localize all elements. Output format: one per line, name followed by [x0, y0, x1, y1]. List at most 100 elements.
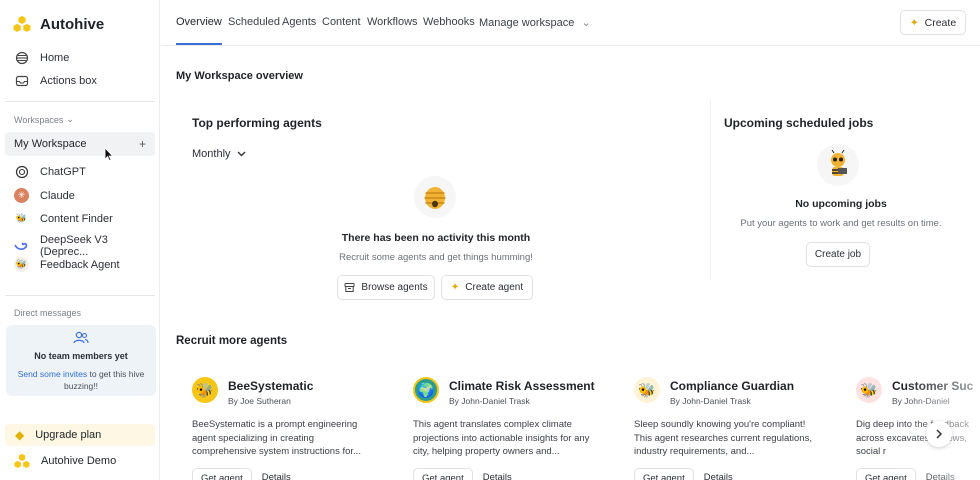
workspace-item-my-workspace[interactable]: My Workspace +: [5, 132, 155, 156]
browse-agents-button[interactable]: Browse agents: [337, 275, 435, 300]
agent-author: By John-Daniel Trask: [449, 396, 530, 406]
sparkle-icon: ✦: [450, 282, 460, 293]
dm-title: No team members yet: [34, 351, 128, 361]
sidebar: Autohive Home Actions box Workspaces ⌄ M…: [0, 0, 160, 480]
agent-label: DeepSeek V3 (Deprec...: [39, 234, 108, 258]
card-title: Top performing agents: [192, 116, 322, 130]
chevron-right-icon: [936, 429, 943, 439]
browse-label: Browse agents: [361, 282, 428, 293]
bee-mascot-icon: [817, 144, 859, 186]
agent-card[interactable]: 🌍 Climate Risk Assessment By John-Daniel…: [397, 362, 603, 480]
create-job-button[interactable]: Create job: [806, 242, 870, 267]
create-agent-label: Create agent: [465, 282, 524, 293]
agent-name: Compliance Guardian: [670, 379, 795, 393]
upgrade-label: Upgrade plan: [35, 429, 102, 441]
agent-name: Customer Suc: [892, 379, 974, 393]
team-icon: [73, 331, 89, 344]
agent-label: Content Finder: [40, 212, 113, 225]
page-title: My Workspace overview: [176, 70, 303, 82]
direct-messages-label: Direct messages: [14, 308, 82, 318]
empty-title: No upcoming jobs: [795, 198, 887, 210]
chevron-down-icon: ⌄: [66, 114, 74, 124]
card-title: Upcoming scheduled jobs: [724, 116, 874, 130]
tab-label: Manage workspace: [479, 17, 575, 29]
beehive-icon: [414, 176, 456, 218]
sidebar-agent-feedback[interactable]: 🐝 Feedback Agent: [14, 257, 120, 272]
mouse-cursor-icon: [104, 147, 114, 162]
agent-card[interactable]: 🐝 Compliance Guardian By John-Daniel Tra…: [618, 362, 824, 480]
sidebar-item-actions-box[interactable]: Actions box: [14, 70, 97, 92]
sparkle-icon: ✦: [909, 16, 919, 29]
top-performing-agents-card: Top performing agents Monthly There has …: [176, 100, 696, 316]
get-agent-button[interactable]: Get agent: [634, 468, 694, 480]
bee-icon: 🐝: [634, 377, 660, 403]
get-agent-button[interactable]: Get agent: [413, 468, 473, 480]
tab-agents[interactable]: Agents: [282, 16, 316, 46]
recruit-title: Recruit more agents: [176, 335, 288, 347]
sidebar-agent-content-finder[interactable]: 🐝 Content Finder: [14, 211, 113, 226]
inbox-icon: [14, 74, 29, 89]
agent-label: Claude: [40, 189, 75, 202]
create-agent-button[interactable]: ✦ Create agent: [441, 275, 533, 300]
carousel-next-button[interactable]: [926, 421, 952, 447]
sidebar-agent-claude[interactable]: ✳ Claude: [14, 188, 75, 203]
sidebar-item-label: Actions box: [40, 75, 97, 87]
bee-icon: 🐝: [192, 377, 218, 403]
bee-icon: 🐝: [856, 377, 882, 403]
empty-subtitle: Put your agents to work and get results …: [740, 218, 942, 229]
period-select[interactable]: Monthly: [192, 148, 246, 160]
sidebar-item-label: Home: [40, 52, 70, 64]
account-menu[interactable]: Autohive Demo: [14, 453, 116, 469]
create-button[interactable]: ✦ Create: [900, 10, 966, 35]
agent-name: Climate Risk Assessment: [449, 379, 595, 393]
upgrade-plan-button[interactable]: ◆ Upgrade plan: [5, 424, 155, 446]
add-icon[interactable]: +: [139, 137, 146, 151]
tab-overview[interactable]: Overview: [176, 16, 222, 46]
tab-workflows[interactable]: Workflows: [367, 16, 418, 46]
sidebar-agent-deepseek[interactable]: DeepSeek V3 (Deprec...: [14, 234, 159, 258]
send-invites-link[interactable]: Send some invites: [18, 369, 87, 379]
agent-author: By John-Daniel Trask: [670, 396, 751, 406]
sidebar-divider: [5, 101, 155, 102]
deepseek-icon: [14, 239, 29, 254]
bee-icon: 🐝: [14, 211, 29, 226]
details-link[interactable]: Details: [481, 468, 514, 480]
tab-content[interactable]: Content: [322, 16, 361, 46]
bee-icon: 🐝: [14, 257, 29, 272]
autohive-logo-icon: [13, 15, 31, 32]
sidebar-agent-chatgpt[interactable]: ChatGPT: [14, 164, 86, 179]
agent-description: Dig deep into the feedback across excava…: [856, 419, 970, 457]
agent-card[interactable]: 🐝 Customer Suc By John-Daniel Dig deep i…: [840, 362, 980, 480]
get-agent-button[interactable]: Get agent: [192, 468, 252, 480]
brand[interactable]: Autohive: [13, 15, 104, 33]
workspaces-label: Workspaces: [14, 114, 64, 125]
agent-card[interactable]: 🐝 BeeSystematic By Joe Sutheran BeeSyste…: [176, 362, 382, 480]
empty-subtitle: Recruit some agents and get things hummi…: [339, 252, 533, 263]
scheduled-jobs-card: Upcoming scheduled jobs No upcoming jobs…: [710, 100, 970, 280]
account-label: Autohive Demo: [41, 455, 117, 467]
tab-scheduled[interactable]: Scheduled: [228, 16, 280, 46]
agent-description: BeeSystematic is a prompt engineering ag…: [192, 419, 361, 457]
chevron-down-icon: [237, 151, 246, 157]
agent-description: Sleep soundly knowing you're compliant! …: [634, 419, 812, 457]
workspaces-toggle[interactable]: Workspaces ⌄: [14, 114, 74, 125]
create-label: Create: [924, 16, 957, 29]
tab-manage-workspace[interactable]: Manage workspace ⌄: [479, 16, 591, 46]
sidebar-divider: [5, 295, 155, 296]
dm-empty-state: No team members yet Send some invites to…: [6, 325, 156, 396]
tab-webhooks[interactable]: Webhooks: [423, 16, 475, 46]
agent-label: Feedback Agent: [40, 258, 120, 271]
openai-icon: [14, 164, 29, 179]
globe-icon: 🌍: [413, 377, 439, 403]
details-link[interactable]: Details: [702, 468, 735, 480]
agent-label: ChatGPT: [40, 165, 86, 178]
details-link[interactable]: Details: [260, 468, 293, 480]
details-link[interactable]: Details: [924, 468, 957, 480]
sidebar-item-home[interactable]: Home: [14, 47, 69, 69]
top-nav: Overview Scheduled Agents Content Workfl…: [161, 0, 980, 46]
agent-author: By Joe Sutheran: [228, 396, 291, 406]
get-agent-button[interactable]: Get agent: [856, 468, 916, 480]
create-job-label: Create job: [814, 249, 862, 260]
agent-name: BeeSystematic: [228, 379, 314, 393]
archive-icon: [344, 283, 355, 292]
